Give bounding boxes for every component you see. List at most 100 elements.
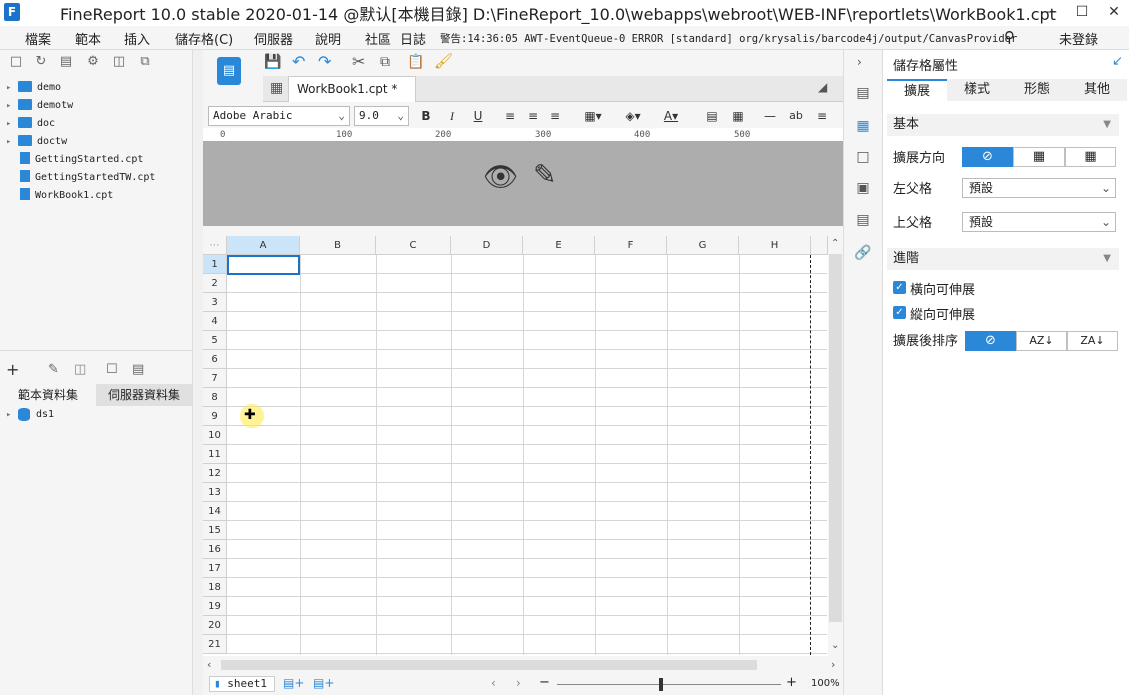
spreadsheet-grid[interactable]: ⋯ A B C D E F G H 1 2 3 4 5 6 7 8 9 10 11 12 13 14 15 1… [203,236,828,656]
vertical-expand-option[interactable]: ▦ [1013,147,1065,167]
menu-log[interactable]: 日誌 [400,29,426,48]
tab-server-dataset[interactable]: 伺服器資料集 [96,384,192,406]
align-left-icon[interactable]: ≡ [500,106,520,126]
row-header[interactable]: 4 [203,312,227,331]
close-button[interactable]: ✕ [1100,0,1128,26]
column-header[interactable]: B [300,236,376,255]
row-header[interactable]: 18 [203,578,227,597]
selected-cell[interactable] [227,255,300,275]
copy-cell-icon[interactable]: ⧉ [380,54,390,70]
column-header[interactable]: F [595,236,667,255]
float-element-icon[interactable]: □ [853,147,873,167]
paste-icon[interactable]: 📋 [407,54,424,70]
scroll-left-icon[interactable]: ‹ [207,658,211,671]
tab-expand[interactable]: 擴展 [887,79,947,101]
merge-cell-icon[interactable]: ▤ [702,106,722,126]
sheet-tab[interactable]: ▮ sheet1 [209,676,275,692]
tab-workbook1[interactable]: WorkBook1.cpt * [288,76,416,102]
new-folder-icon[interactable]: □ [8,54,24,70]
select-all-corner[interactable]: ⋯ [203,236,227,255]
sort-descending-option[interactable]: ZA↓ [1067,331,1118,351]
cut-icon[interactable]: ✂ [352,52,365,71]
column-header[interactable]: G [667,236,739,255]
cell-element-icon[interactable]: ▤ [853,83,873,103]
add-form-sheet-icon[interactable]: ▤+ [313,676,334,690]
scroll-right-icon[interactable]: › [831,658,835,671]
advanced-section-header[interactable]: 進階 ▼ [887,248,1119,270]
vertical-expand-checkbox[interactable]: ✓ [893,306,906,319]
column-header-partial[interactable] [811,236,828,255]
delete-dataset-icon[interactable]: ◫ [74,362,86,377]
save-icon[interactable]: 💾 [264,54,281,70]
scroll-up-icon[interactable]: ⌃ [831,238,839,249]
tab-form[interactable]: 形態 [1007,79,1067,101]
column-header[interactable]: C [376,236,451,255]
horizontal-expand-checkbox[interactable]: ✓ [893,281,906,294]
more-format-icon[interactable]: ≡ [812,106,832,126]
format-painter-icon[interactable]: 🖌 [434,52,453,70]
refresh-icon[interactable]: ↻ [33,54,49,70]
dataset-settings-icon[interactable]: ▤ [132,362,144,377]
tree-folder-doctw[interactable]: ▸ doctw [6,133,67,151]
edit-icon[interactable]: ✎ [48,362,59,377]
row-header[interactable]: 14 [203,502,227,521]
underline-button[interactable]: U [468,106,488,126]
grid-view-icon[interactable]: ▦ [270,80,283,96]
row-header[interactable]: 21 [203,635,227,654]
font-name-select[interactable]: Adobe Arabic ⌄ [208,106,350,126]
menu-server[interactable]: 伺服器 [254,29,293,48]
tree-file-gettingstarted[interactable]: GettingStarted.cpt [18,151,143,169]
font-size-select[interactable]: 9.0 ⌄ [354,106,409,126]
add-sheet-icon[interactable]: ▤+ [283,676,304,690]
row-header[interactable]: 2 [203,274,227,293]
zoom-slider[interactable] [557,684,781,685]
condition-attribute-icon[interactable]: ▤ [853,210,873,230]
row-header[interactable]: 10 [203,426,227,445]
tree-folder-doc[interactable]: ▸ doc [6,115,55,133]
basic-section-header[interactable]: 基本 ▼ [887,114,1119,136]
row-header[interactable]: 8 [203,388,227,407]
font-color-icon[interactable]: A▾ [656,106,686,126]
zoom-slider-handle[interactable] [659,678,663,691]
widget-settings-icon[interactable]: ▣ [853,178,873,198]
column-header[interactable]: D [451,236,523,255]
next-sheet-icon[interactable]: › [516,676,521,690]
zoom-in-button[interactable]: + [786,675,797,690]
redo-icon[interactable]: ↷ [318,52,331,71]
horizontal-expand-option[interactable]: ▦ [1065,147,1116,167]
menu-insert[interactable]: 插入 [124,29,150,48]
menu-template[interactable]: 範本 [75,29,101,48]
row-header[interactable]: 20 [203,616,227,635]
row-header[interactable]: 1 [203,255,227,274]
menu-cell[interactable]: 儲存格(C) [175,29,233,48]
row-header[interactable]: 9 [203,407,227,426]
left-parent-select[interactable]: 預設 ⌄ [962,178,1116,198]
text-wrap-icon[interactable]: ab [786,106,806,126]
strikethrough-icon[interactable]: — [760,106,780,126]
row-header[interactable]: 17 [203,559,227,578]
tree-file-gettingstartedtw[interactable]: GettingStartedTW.cpt [18,169,155,187]
tree-file-workbook1[interactable]: WorkBook1.cpt [18,187,113,205]
login-button[interactable]: 未登錄 [1059,29,1098,48]
column-header[interactable]: A [227,236,300,255]
tab-style[interactable]: 樣式 [947,79,1007,101]
scroll-down-icon[interactable]: ⌄ [831,640,839,651]
row-header[interactable]: 15 [203,521,227,540]
prev-sheet-icon[interactable]: ‹ [491,676,496,690]
dock-panel-icon[interactable]: ↙ [1112,54,1123,69]
row-header[interactable]: 3 [203,293,227,312]
row-header[interactable]: 6 [203,350,227,369]
align-center-icon[interactable]: ≡ [523,106,543,126]
dataset-item-ds1[interactable]: ▸ ds1 [6,406,54,424]
menu-help[interactable]: 說明 [315,29,341,48]
minimize-button[interactable]: — [1036,0,1064,26]
bold-button[interactable]: B [416,106,436,126]
tab-template-dataset[interactable]: 範本資料集 [0,384,96,406]
column-header[interactable]: E [523,236,595,255]
row-header[interactable]: 12 [203,464,227,483]
report-type-icon[interactable]: ▤ [217,57,241,85]
settings-icon[interactable]: ⚙ [85,54,101,70]
cell-property-icon[interactable]: ▦ [853,116,873,136]
vertical-scrollbar[interactable]: ⌃ ⌄ [828,236,843,656]
fill-color-icon[interactable]: ◈▾ [618,106,648,126]
